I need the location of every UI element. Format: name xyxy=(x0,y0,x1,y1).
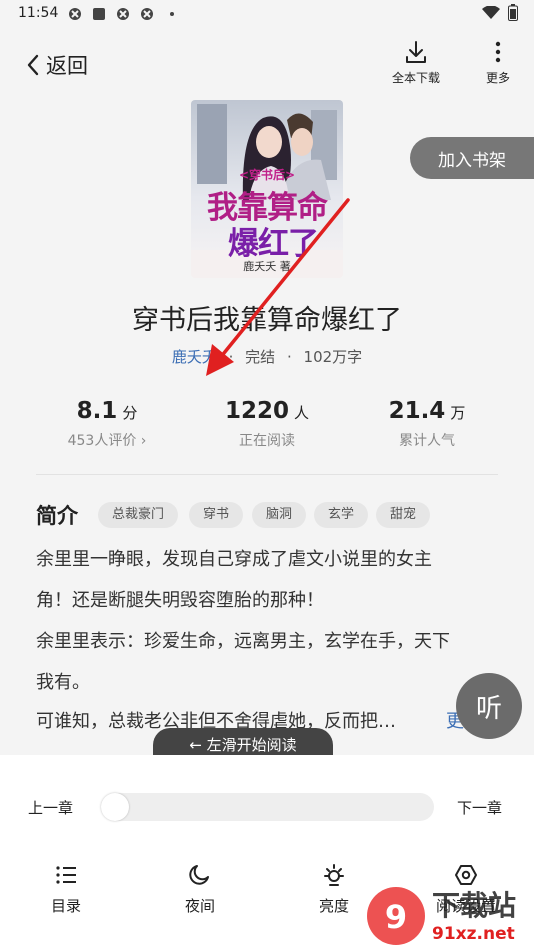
popularity-unit: 万 xyxy=(450,404,466,422)
popularity-stat: 21.4 万 累计人气 xyxy=(338,398,516,450)
download-all-button[interactable]: 全本下载 xyxy=(392,40,440,86)
add-to-shelf-button[interactable]: 加入书架 xyxy=(410,137,534,179)
more-notifications-icon xyxy=(170,12,174,16)
tag-chip[interactable]: 脑洞 xyxy=(252,502,307,528)
annotation-arrow xyxy=(206,198,350,376)
notification-icon xyxy=(69,8,81,20)
slider-thumb[interactable] xyxy=(101,793,129,821)
cover-subtitle: <穿书后> xyxy=(238,168,296,182)
brightness-label: 亮度 xyxy=(318,897,349,915)
tag-chip[interactable]: 甜宠 xyxy=(376,502,431,528)
brightness-icon xyxy=(324,864,344,886)
tag-chip[interactable]: 总裁豪门 xyxy=(98,502,179,528)
brightness-button[interactable]: 亮度 xyxy=(294,863,374,916)
chapter-progress-slider[interactable] xyxy=(101,793,434,821)
prev-chapter-button[interactable]: 上一章 xyxy=(28,797,73,818)
night-mode-button[interactable]: 夜间 xyxy=(160,863,240,916)
more-label: 更多 xyxy=(486,71,511,85)
intro-heading: 简介 xyxy=(36,504,78,528)
divider xyxy=(36,474,498,475)
chevron-left-icon xyxy=(27,54,39,76)
rating-stat[interactable]: 8.1 分 453人评价 › xyxy=(18,398,196,450)
popularity-label: 累计人气 xyxy=(399,433,455,449)
site-watermark: 9 下载站 91xz.net xyxy=(364,884,534,950)
readers-stat: 1220 人 正在阅读 xyxy=(178,398,356,450)
list-icon xyxy=(56,866,76,884)
more-vertical-icon xyxy=(495,41,501,63)
status-time: 11:54 xyxy=(18,5,59,21)
notification-icon xyxy=(117,8,129,20)
svg-text:9: 9 xyxy=(385,898,407,936)
notification-icon xyxy=(141,8,153,20)
watermark-url: 91xz.net xyxy=(432,924,515,944)
intro-line: 我有。 xyxy=(36,672,90,693)
rating-value: 8.1 xyxy=(76,398,118,424)
download-all-label: 全本下载 xyxy=(392,71,441,85)
rating-unit: 分 xyxy=(122,404,138,422)
night-mode-label: 夜间 xyxy=(184,897,215,915)
readers-value: 1220 xyxy=(224,398,289,424)
wifi-icon xyxy=(482,6,500,19)
catalog-button[interactable]: 目录 xyxy=(26,863,106,916)
status-bar: 11:54 xyxy=(0,0,534,28)
readers-label: 正在阅读 xyxy=(239,433,295,449)
watermark-logo-icon: 9 xyxy=(367,887,425,945)
back-button[interactable]: 返回 xyxy=(26,50,88,80)
intro-line: 角！还是断腿失明毁容堕胎的那种！ xyxy=(36,590,324,611)
back-label: 返回 xyxy=(46,54,88,78)
readers-unit: 人 xyxy=(294,404,310,422)
top-bar: 返回 全本下载 更多 xyxy=(0,28,534,100)
app-notification-icon xyxy=(93,8,105,20)
download-icon xyxy=(406,41,426,63)
popularity-value: 21.4 xyxy=(388,398,446,424)
tag-chip[interactable]: 玄学 xyxy=(314,502,369,528)
intro-line: 余里里一睁眼，发现自己穿成了虐文小说里的女主 xyxy=(36,549,432,570)
next-chapter-button[interactable]: 下一章 xyxy=(457,797,502,818)
watermark-title: 下载站 xyxy=(432,889,517,922)
more-button[interactable]: 更多 xyxy=(486,40,510,86)
tag-chip[interactable]: 穿书 xyxy=(189,502,244,528)
rating-count-link[interactable]: 453人评价 › xyxy=(18,430,196,450)
intro-line: 余里里表示：珍爱生命，远离男主，玄学在手，天下 xyxy=(36,631,450,652)
moon-icon xyxy=(189,865,209,885)
battery-icon xyxy=(508,4,518,21)
listen-button[interactable]: 听 xyxy=(456,673,522,739)
catalog-label: 目录 xyxy=(50,897,81,915)
